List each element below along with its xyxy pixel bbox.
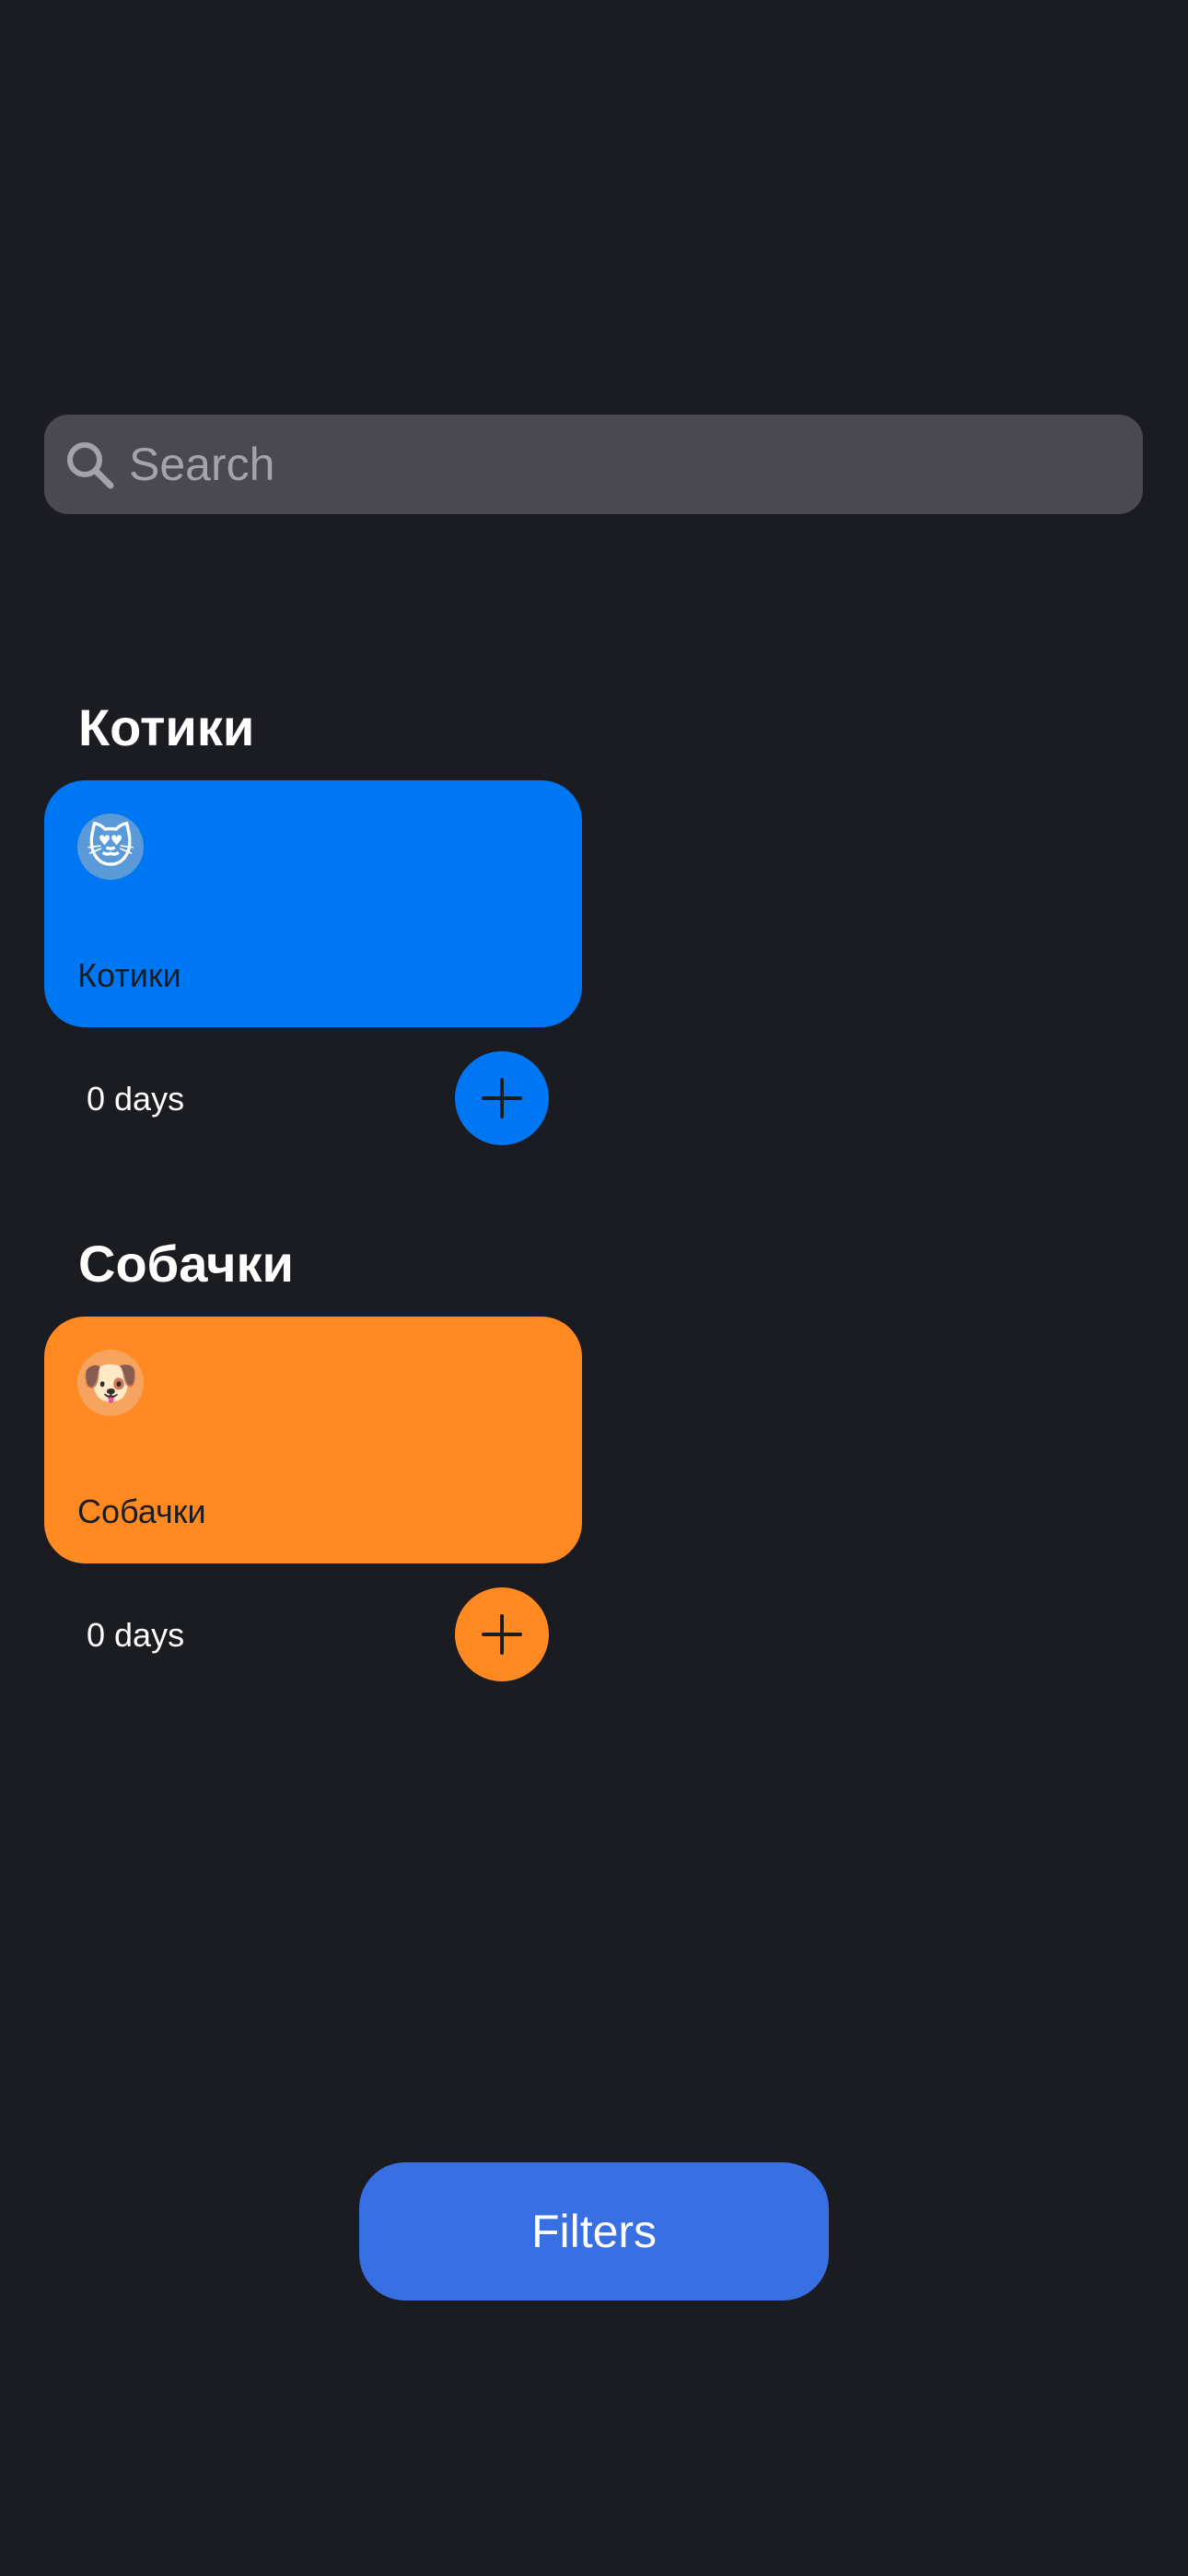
filters-button[interactable]: Filters — [359, 2162, 829, 2301]
group-card-kotiki[interactable]: 😻 Котики — [44, 780, 582, 1027]
card-label: Котики — [77, 956, 181, 994]
group-card-sobachki[interactable]: 🐶 Собачки — [44, 1317, 582, 1563]
cat-emoji-icon: 😻 — [77, 814, 144, 880]
dog-emoji-icon: 🐶 — [77, 1350, 144, 1416]
plus-icon — [482, 1078, 522, 1118]
section-title-sobachki: Собачки — [78, 1235, 294, 1293]
search-bar[interactable] — [44, 415, 1143, 514]
add-button-kotiki[interactable] — [455, 1051, 549, 1145]
search-icon — [64, 439, 114, 489]
plus-icon — [482, 1614, 522, 1655]
section-title-kotiki: Котики — [78, 698, 255, 756]
card-label: Собачки — [77, 1493, 206, 1530]
add-button-sobachki[interactable] — [455, 1587, 549, 1681]
days-counter: 0 days — [87, 1616, 185, 1654]
search-input[interactable] — [129, 427, 1096, 501]
days-counter: 0 days — [87, 1080, 185, 1118]
